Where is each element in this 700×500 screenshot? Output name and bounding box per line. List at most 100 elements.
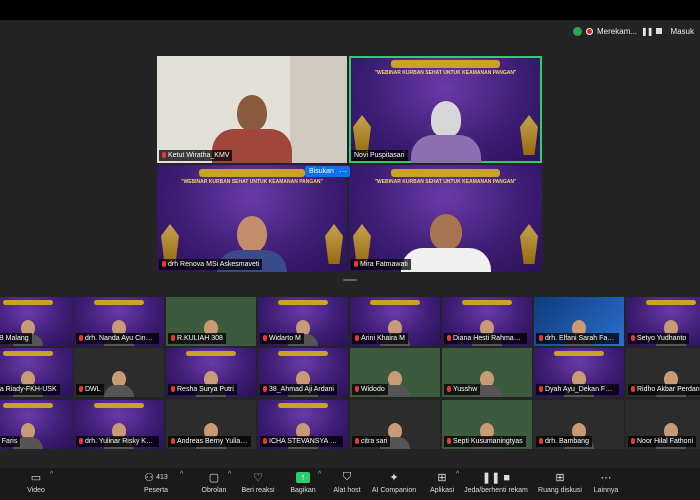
webinar-banner-logo	[93, 403, 145, 408]
security-shield-icon[interactable]	[573, 26, 583, 36]
gallery-tile[interactable]: DWL	[74, 348, 164, 397]
webinar-banner-logo	[277, 300, 329, 305]
gallery-tile[interactable]: Resha Surya Putri	[166, 348, 256, 397]
ornament-left	[353, 224, 371, 264]
sign-in-link[interactable]: Masuk	[670, 27, 694, 36]
participant-avatar	[410, 101, 481, 163]
participant-name: Noor Hilal Fathoni	[628, 436, 697, 447]
muted-mic-icon	[79, 335, 83, 341]
muted-mic-icon	[355, 438, 359, 444]
participants-icon: ⚇	[144, 471, 155, 484]
webinar-banner-logo	[93, 300, 145, 305]
tile-more-button[interactable]: ···	[336, 166, 350, 177]
ornament-left	[161, 224, 179, 264]
muted-mic-icon	[447, 386, 451, 392]
pause-stop-recording-button[interactable]: ❚❚ ■ Jeda/berhenti rekam	[462, 470, 530, 498]
wall-background	[290, 56, 347, 163]
participants-options-chevron-icon[interactable]: ^	[180, 471, 183, 478]
gallery-tile[interactable]: nta Riady-FKH-USK	[0, 348, 73, 397]
webinar-banner-logo	[369, 300, 421, 305]
gallery-tile[interactable]: Andreas Berny Yulianto_...	[166, 400, 256, 449]
muted-mic-icon	[631, 438, 635, 444]
participant-name: R.KULIAH 308	[168, 333, 226, 344]
gallery-tile[interactable]: n. Faris	[0, 400, 73, 449]
webinar-banner-title: "WEBINAR KURBAN SEHAT UNTUK KEAMANAN PAN…	[374, 70, 517, 76]
participant-name: Yusshw	[444, 384, 481, 395]
gallery-tile[interactable]: Ridho Akbar Perdana	[626, 348, 700, 397]
muted-mic-icon	[447, 438, 451, 444]
gallery-tile[interactable]: drh. Yulinar Risky Karam...	[74, 400, 164, 449]
gallery-tile[interactable]: 38_Ahmad Aji Ardani	[258, 348, 348, 397]
video-tile-speaker[interactable]: Ketut Wiratha_KMV	[157, 56, 347, 163]
gallery-tile[interactable]: drh. Bambang	[534, 400, 624, 449]
gallery-tile[interactable]: Dyah Ayu_Dekan FKH UB	[534, 348, 624, 397]
gallery-tile[interactable]: R.KULIAH 308	[166, 297, 256, 346]
video-tile-active-speaker[interactable]: "WEBINAR KURBAN SEHAT UNTUK KEAMANAN PAN…	[349, 56, 542, 163]
webinar-banner-logo	[645, 300, 697, 305]
muted-mic-icon	[539, 335, 543, 341]
muted-mic-icon	[631, 335, 635, 341]
webinar-banner-logo	[391, 60, 500, 68]
muted-mic-icon	[355, 335, 359, 341]
gallery-tile[interactable]: citra sari	[350, 400, 440, 449]
participant-name: Widarto M	[260, 333, 304, 344]
gallery-tile[interactable]: drh. Nanda Ayu Cindyas...	[74, 297, 164, 346]
gallery-tile[interactable]: Arini Khaira M	[350, 297, 440, 346]
video-tile[interactable]: "WEBINAR KURBAN SEHAT UNTUK KEAMANAN PAN…	[157, 165, 347, 272]
participant-name: nta Riady-FKH-USK	[0, 384, 60, 395]
recording-label: Merekam...	[597, 26, 638, 36]
participant-name: drh. Elfani Sarah Faradin...	[536, 333, 619, 344]
more-dots-icon: ⋯	[600, 471, 612, 484]
gallery-tile[interactable]: ICHA STEVANSYA ROIT...	[258, 400, 348, 449]
participant-name: Arini Khaira M	[352, 333, 408, 344]
webinar-banner-logo	[553, 351, 605, 356]
video-button[interactable]: ▭ Video	[8, 470, 64, 498]
top-black-bar	[0, 0, 700, 20]
participant-name: Septi Kusumaningtyas	[444, 436, 526, 447]
pause-recording-icon[interactable]: ❚❚	[641, 27, 653, 36]
webinar-banner-logo	[198, 169, 306, 177]
mute-button[interactable]: Bisukan	[305, 166, 338, 177]
muted-mic-icon	[263, 335, 267, 341]
muted-mic-icon	[162, 261, 166, 267]
muted-mic-icon	[171, 438, 175, 444]
gallery-tile[interactable]: UB Malang	[0, 297, 73, 346]
ornament-right	[325, 224, 343, 264]
recording-status[interactable]: Merekam... ❚❚ Masuk	[573, 24, 694, 38]
webinar-banner-logo	[2, 351, 54, 356]
gallery-tile[interactable]: Noor Hilal Fathoni	[626, 400, 700, 449]
participant-name: drh. Yulinar Risky Karam...	[76, 436, 159, 447]
share-screen-icon: ↑	[296, 471, 310, 483]
participant-name: citra sari	[352, 436, 391, 447]
participant-avatar	[400, 214, 491, 272]
gallery-tile[interactable]: Widarto M	[258, 297, 348, 346]
webinar-banner-title: "WEBINAR KURBAN SEHAT UNTUK KEAMANAN PAN…	[181, 179, 323, 185]
muted-mic-icon	[263, 438, 267, 444]
ornament-right	[520, 115, 538, 155]
participant-name: ICHA STEVANSYA ROIT...	[260, 436, 343, 447]
gallery-tile[interactable]: Yusshw	[442, 348, 532, 397]
gallery-tile[interactable]: drh. Elfani Sarah Faradin...	[534, 297, 624, 346]
participant-name: UB Malang	[0, 333, 32, 344]
video-options-chevron-icon[interactable]: ^	[50, 471, 53, 478]
gallery-tile[interactable]: Diana Hesti Rahmadani_...	[442, 297, 532, 346]
video-camera-icon: ▭	[30, 471, 42, 484]
participant-avatar	[104, 371, 134, 397]
muted-mic-icon	[79, 386, 83, 392]
gallery-tile[interactable]: Septi Kusumaningtyas	[442, 400, 532, 449]
muted-mic-icon	[447, 335, 451, 341]
participants-button[interactable]: ⚇ 413 Peserta	[128, 470, 184, 498]
gallery-tile[interactable]: Widodo	[350, 348, 440, 397]
apps-options-chevron-icon[interactable]: ^	[456, 471, 459, 478]
video-tile[interactable]: "WEBINAR KURBAN SEHAT UNTUK KEAMANAN PAN…	[349, 165, 542, 272]
webinar-banner-logo	[391, 169, 500, 177]
webinar-banner-logo	[277, 351, 329, 356]
participant-name: 38_Ahmad Aji Ardani	[260, 384, 337, 395]
participant-name: drh. Nanda Ayu Cindyas...	[76, 333, 159, 344]
participant-name: Widodo	[352, 384, 388, 395]
resize-handle[interactable]	[343, 279, 357, 281]
stop-recording-icon[interactable]	[656, 28, 663, 34]
more-button[interactable]: ⋯ Lainnya	[578, 470, 634, 498]
webinar-banner-title: "WEBINAR KURBAN SEHAT UNTUK KEAMANAN PAN…	[374, 179, 517, 185]
gallery-tile[interactable]: Setyo Yudhanto	[626, 297, 700, 346]
